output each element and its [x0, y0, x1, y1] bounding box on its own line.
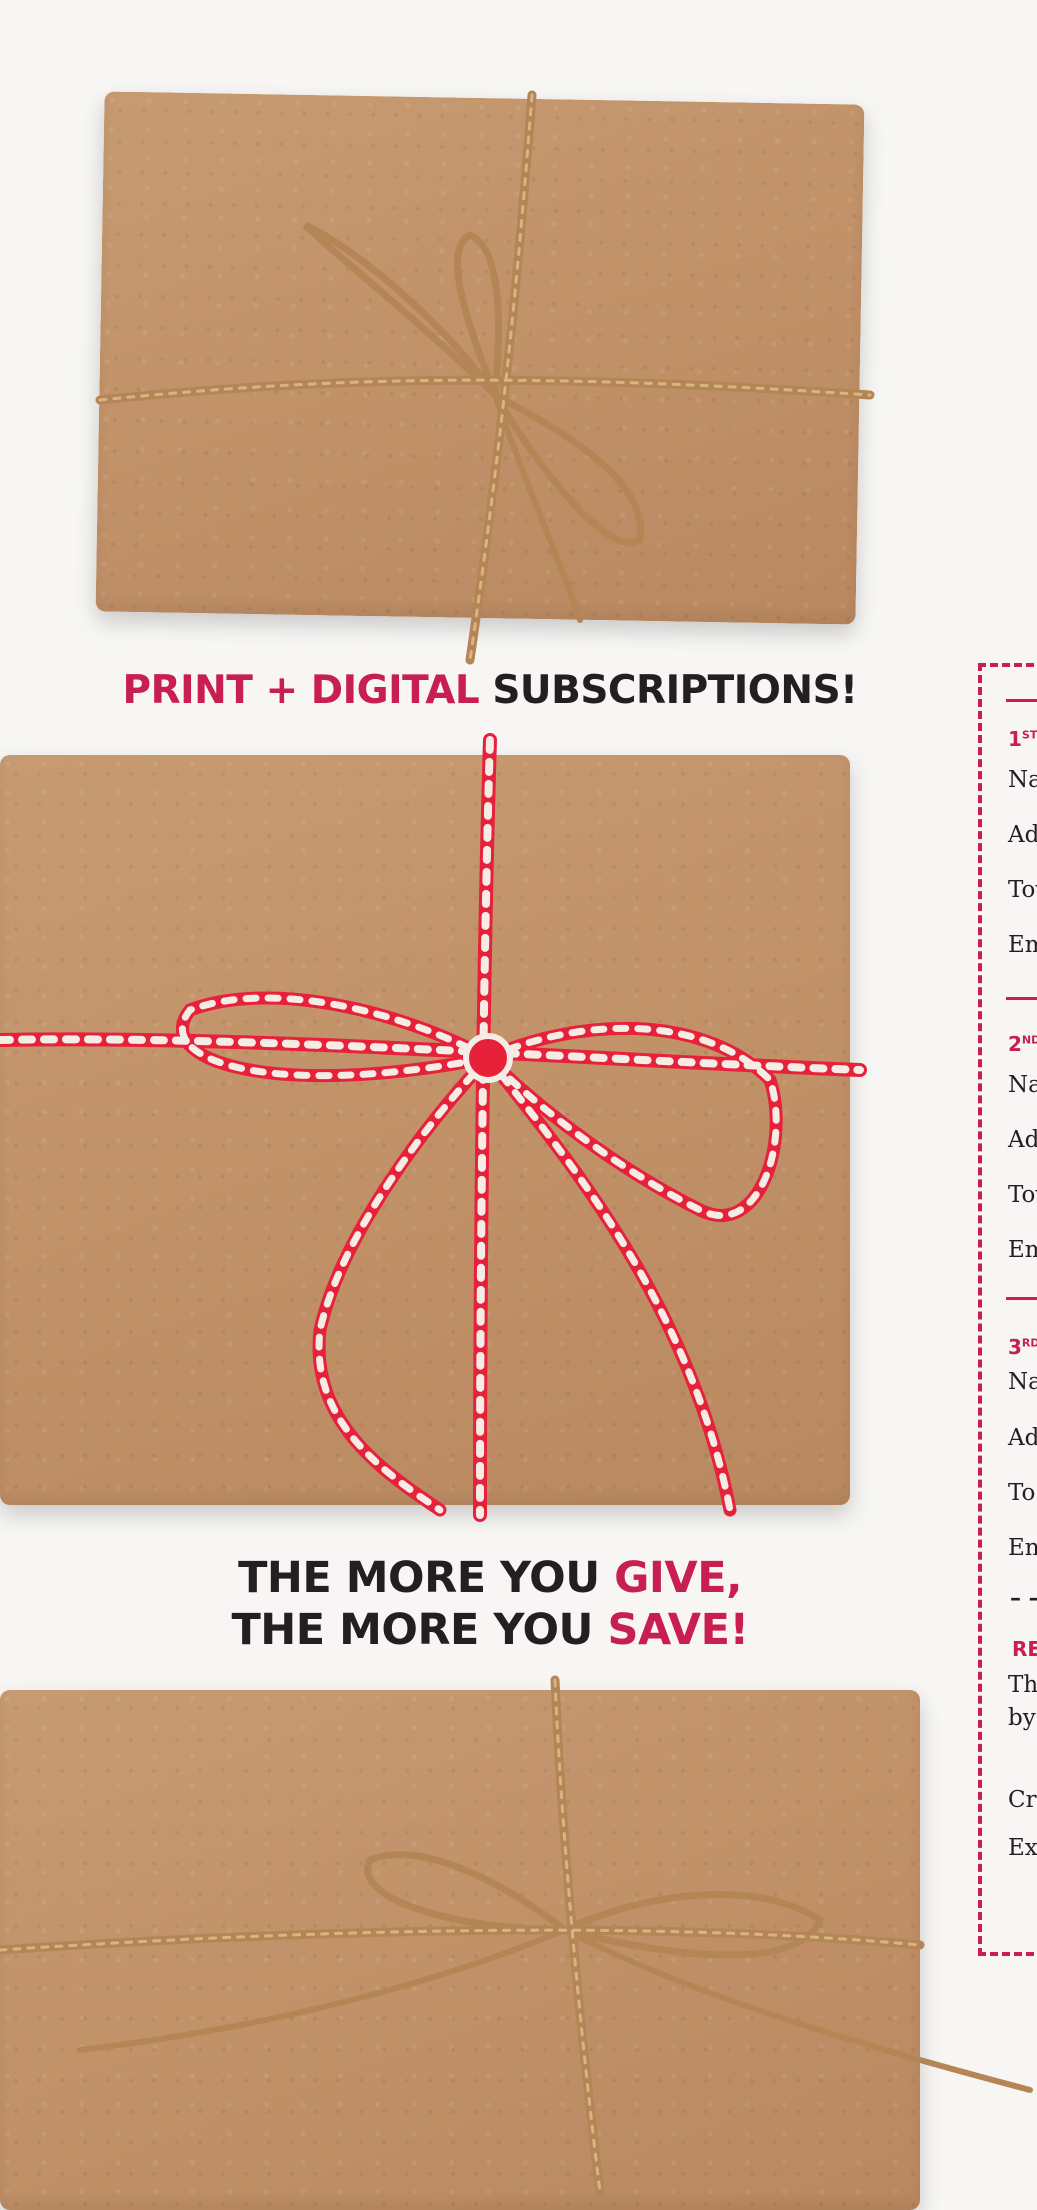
gift-3-heading: 3RD: [1008, 1335, 1037, 1359]
gift-2-town-field[interactable]: Tov: [1008, 1182, 1037, 1208]
gift-2-heading: 2ND: [1008, 1032, 1037, 1056]
gift-3-town-field[interactable]: To: [1008, 1480, 1035, 1506]
recipient-section-label: RE: [1012, 1637, 1037, 1661]
credit-card-field[interactable]: Cre: [1008, 1787, 1037, 1813]
expiry-field[interactable]: Exp: [1008, 1835, 1037, 1861]
gift-3-email-field[interactable]: En: [1008, 1535, 1037, 1561]
gift-3-address-field[interactable]: Ad: [1008, 1425, 1037, 1451]
form-divider: [1006, 1297, 1037, 1300]
gift-1-town-field[interactable]: Tov: [1008, 877, 1037, 903]
gift-1-address-field[interactable]: Ad: [1008, 822, 1037, 848]
form-divider: [1006, 997, 1037, 1000]
gift-1-heading: 1ST: [1008, 727, 1037, 751]
form-text-line: by: [1008, 1705, 1036, 1731]
gift-1-name-field[interactable]: Na: [1008, 767, 1037, 793]
jute-twine-bow-bottom: [0, 1675, 1033, 2197]
gift-1-email-field[interactable]: Em: [1008, 932, 1037, 958]
form-text-line: Th: [1008, 1672, 1037, 1698]
form-divider: [1006, 699, 1037, 702]
gift-2-email-field[interactable]: Em: [1008, 1237, 1037, 1263]
gift-2-address-field[interactable]: Ad: [1008, 1127, 1037, 1153]
gift-2-name-field[interactable]: Na: [1008, 1072, 1037, 1098]
form-dash: – –: [1010, 1585, 1037, 1611]
gift-order-form: 1ST Na Ad Tov Em 2ND Na Ad Tov Em 3RD Na…: [978, 663, 1037, 1956]
gift-3-name-field[interactable]: Na: [1008, 1369, 1037, 1395]
